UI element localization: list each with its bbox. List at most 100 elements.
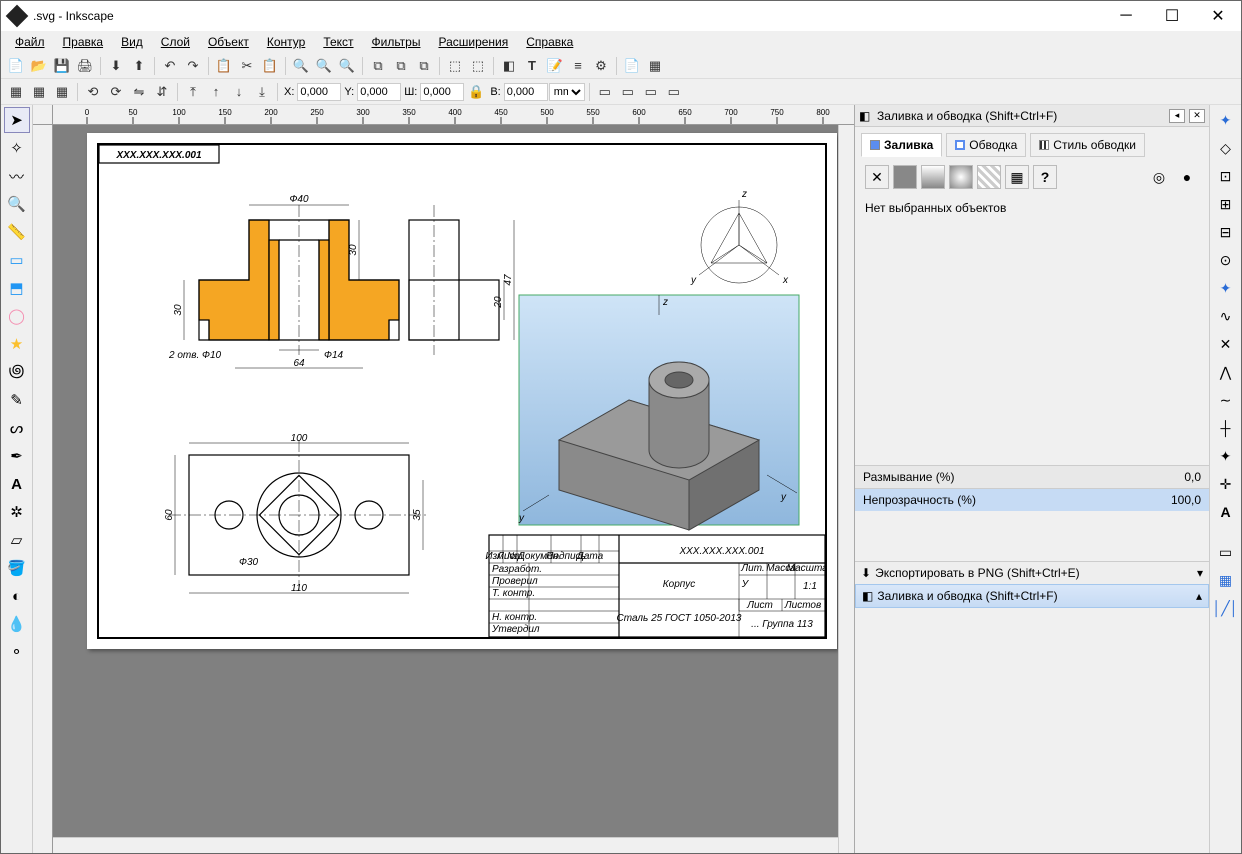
ellipse-tool[interactable]: ◯ (4, 303, 30, 329)
select-all-button[interactable]: ▦ (28, 81, 50, 103)
vertical-scrollbar[interactable] (838, 125, 854, 853)
snap-grid-button[interactable]: ▦ (1213, 567, 1239, 593)
snap-intersection-button[interactable]: ✕ (1213, 331, 1239, 357)
affect-gradient-button[interactable]: ▭ (640, 81, 662, 103)
import-button[interactable]: ⬇ (105, 55, 127, 77)
export-button[interactable]: ⬆ (128, 55, 150, 77)
ruler-horizontal[interactable]: 0501001502002503003504004505005506006507… (53, 105, 854, 125)
raise-button[interactable]: ↑ (205, 81, 227, 103)
snap-guide-button[interactable]: │╱│ (1213, 595, 1239, 621)
duplicate-button[interactable]: ⧉ (367, 55, 389, 77)
gradient-tool[interactable]: ◐ (4, 583, 30, 609)
fill-linear-button[interactable] (921, 165, 945, 189)
document-page[interactable]: XXX.XXX.XXX.001 (87, 133, 837, 649)
rotate-cw-button[interactable]: ⟳ (105, 81, 127, 103)
pencil-tool[interactable]: ✎ (4, 387, 30, 413)
fill-pattern-button[interactable] (977, 165, 1001, 189)
rotate-ccw-button[interactable]: ⟲ (82, 81, 104, 103)
unit-select[interactable]: mm (549, 83, 585, 101)
tab-stroke-style[interactable]: Стиль обводки (1030, 133, 1145, 157)
menu-help[interactable]: Справка (518, 33, 581, 51)
x-input[interactable] (297, 83, 341, 101)
menu-object[interactable]: Объект (200, 33, 257, 51)
snap-object-center-button[interactable]: ✦ (1213, 443, 1239, 469)
docked-export-item[interactable]: ⬇Экспортировать в PNG (Shift+Ctrl+E)▾ (855, 561, 1209, 584)
layers-button[interactable]: ▦ (644, 55, 666, 77)
panel-minimize-button[interactable]: ◂ (1169, 109, 1185, 123)
fill-rule-nonzero-button[interactable]: ● (1175, 165, 1199, 189)
copy-button[interactable]: 📋 (213, 55, 235, 77)
zoom-page-button[interactable]: 🔍 (336, 55, 358, 77)
menu-view[interactable]: Вид (113, 33, 151, 51)
y-input[interactable] (357, 83, 401, 101)
fill-radial-button[interactable] (949, 165, 973, 189)
print-button[interactable]: 🖨 (74, 55, 96, 77)
clone-button[interactable]: ⧉ (390, 55, 412, 77)
redo-button[interactable]: ↷ (182, 55, 204, 77)
affect-stroke-button[interactable]: ▭ (594, 81, 616, 103)
snap-page-border-button[interactable]: ▭ (1213, 539, 1239, 565)
menu-layer[interactable]: Слой (153, 33, 198, 51)
snap-path-button[interactable]: ∿ (1213, 303, 1239, 329)
lower-button[interactable]: ↓ (228, 81, 250, 103)
document-prefs-button[interactable]: 📄 (621, 55, 643, 77)
snap-bbox-midpoint-button[interactable]: ⊟ (1213, 219, 1239, 245)
minimize-button[interactable]: ─ (1103, 1, 1149, 31)
star-tool[interactable]: ★ (4, 331, 30, 357)
snap-line-midpoint-button[interactable]: ┼ (1213, 415, 1239, 441)
3dbox-tool[interactable]: ⬒ (4, 275, 30, 301)
flip-h-button[interactable]: ⇋ (128, 81, 150, 103)
raise-top-button[interactable]: ⤒ (182, 81, 204, 103)
menu-filters[interactable]: Фильтры (364, 33, 429, 51)
canvas[interactable]: XXX.XXX.XXX.001 (53, 125, 838, 853)
text-tool[interactable]: A (4, 471, 30, 497)
connector-tool[interactable]: ⚬ (4, 639, 30, 665)
rectangle-tool[interactable]: ▭ (4, 247, 30, 273)
fill-none-button[interactable]: ✕ (865, 165, 889, 189)
cut-button[interactable]: ✂ (236, 55, 258, 77)
lock-aspect-button[interactable]: 🔒 (465, 81, 487, 103)
unlink-clone-button[interactable]: ⧉ (413, 55, 435, 77)
menu-path[interactable]: Контур (259, 33, 313, 51)
snap-bbox-corner-button[interactable]: ⊞ (1213, 191, 1239, 217)
paste-button[interactable]: 📋 (259, 55, 281, 77)
undo-button[interactable]: ↶ (159, 55, 181, 77)
snap-smooth-button[interactable]: ∼ (1213, 387, 1239, 413)
blur-slider-row[interactable]: Размывание (%) 0,0 (855, 465, 1209, 488)
horizontal-scrollbar[interactable] (53, 837, 838, 853)
tweak-tool[interactable]: 〰 (4, 163, 30, 189)
menu-extensions[interactable]: Расширения (430, 33, 516, 51)
snap-bbox-center-button[interactable]: ⊙ (1213, 247, 1239, 273)
selector-tool[interactable]: ➤ (4, 107, 30, 133)
deselect-button[interactable]: ▦ (51, 81, 73, 103)
zoom-drawing-button[interactable]: 🔍 (313, 55, 335, 77)
snap-bbox-button[interactable]: ◇ (1213, 135, 1239, 161)
width-input[interactable] (420, 83, 464, 101)
ungroup-button[interactable]: ⬚ (467, 55, 489, 77)
snap-enable-button[interactable]: ✦ (1213, 107, 1239, 133)
docked-fill-item[interactable]: ◧Заливка и обводка (Shift+Ctrl+F)▴ (855, 584, 1209, 608)
height-input[interactable] (504, 83, 548, 101)
measure-tool[interactable]: 📏 (4, 219, 30, 245)
snap-nodes-button[interactable]: ✦ (1213, 275, 1239, 301)
spray-tool[interactable]: ✲ (4, 499, 30, 525)
eraser-tool[interactable]: ▱ (4, 527, 30, 553)
tab-fill[interactable]: Заливка (861, 133, 942, 157)
fill-dialog-button[interactable]: ◧ (498, 55, 520, 77)
snap-rotation-center-button[interactable]: ✛ (1213, 471, 1239, 497)
group-button[interactable]: ⬚ (444, 55, 466, 77)
calligraphy-tool[interactable]: ✒ (4, 443, 30, 469)
new-file-button[interactable]: 📄 (5, 55, 27, 77)
snap-cusp-button[interactable]: ⋀ (1213, 359, 1239, 385)
paint-bucket-tool[interactable]: 🪣 (4, 555, 30, 581)
tab-stroke-paint[interactable]: Обводка (946, 133, 1026, 157)
node-tool[interactable]: ✧ (4, 135, 30, 161)
affect-corners-button[interactable]: ▭ (617, 81, 639, 103)
zoom-tool[interactable]: 🔍 (4, 191, 30, 217)
bezier-tool[interactable]: ᔕ (4, 415, 30, 441)
spiral-tool[interactable]: ౷ (4, 359, 30, 385)
text-dialog-button[interactable]: T (521, 55, 543, 77)
preferences-button[interactable]: ⚙ (590, 55, 612, 77)
xml-editor-button[interactable]: 📝 (544, 55, 566, 77)
maximize-button[interactable]: ☐ (1149, 1, 1195, 31)
